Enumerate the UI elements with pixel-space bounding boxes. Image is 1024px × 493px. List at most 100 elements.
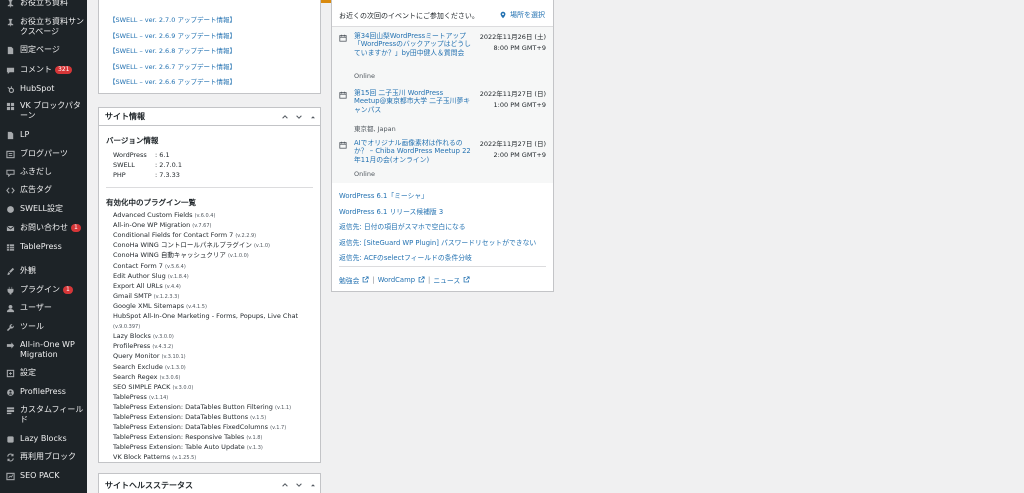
- plugin-name: Advanced Custom Fields: [113, 211, 193, 219]
- sidebar-item[interactable]: HubSpot: [0, 84, 87, 94]
- update-info-link[interactable]: 【SWELL – ver. 2.6.6 アップデート情報】: [109, 78, 236, 86]
- sidebar-item[interactable]: ツール: [0, 322, 87, 332]
- sidebar-item[interactable]: お問い合わせ 1: [0, 223, 87, 233]
- update-info-link[interactable]: 【SWELL – ver. 2.6.7 アップデート情報】: [109, 63, 236, 71]
- plugin-version: (v.3.0.0): [172, 384, 194, 391]
- plugin-name: VK Block Patterns: [113, 453, 171, 462]
- sidebar-item[interactable]: All-in-One WP Migration: [0, 340, 87, 360]
- plugin-version: (v.1.1): [275, 404, 292, 411]
- chevron-up-icon[interactable]: [278, 108, 292, 126]
- sidebar-item[interactable]: ふきだし: [0, 167, 87, 177]
- sidebar-item[interactable]: コメント 321: [0, 65, 87, 75]
- event-title-link[interactable]: 第15回 二子玉川 WordPress Meetup@東京都市大学 二子玉川夢キ…: [354, 89, 472, 114]
- plugin-version: (v.1.0.0): [227, 253, 249, 260]
- sidebar-item-text: 外観: [20, 266, 36, 275]
- news-link[interactable]: 返信先: 日付の項目がスマホで空白になる: [339, 221, 466, 231]
- news-link[interactable]: 返信先: [SiteGuard WP Plugin] パスワードリセットができな…: [339, 237, 536, 247]
- news-link[interactable]: 返信先: ACFのselectフィールドの条件分岐: [339, 252, 472, 262]
- plugin-name: Google XML Sitemaps: [113, 301, 185, 310]
- sidebar-item[interactable]: LP: [0, 130, 87, 140]
- meetups-link[interactable]: 勉強会: [339, 275, 369, 285]
- profile-icon: [5, 387, 15, 397]
- sidebar-item-label: All-in-One WP Migration: [20, 340, 87, 360]
- chevron-up-icon[interactable]: [278, 476, 292, 493]
- sidebar-item[interactable]: お役立ち資料: [0, 0, 87, 8]
- update-info-link[interactable]: 【SWELL – ver. 2.7.0 アップデート情報】: [109, 16, 236, 24]
- sidebar-item[interactable]: 広告タグ: [0, 185, 87, 195]
- sidebar-item[interactable]: SEO PACK: [0, 471, 87, 481]
- pin-icon: [5, 17, 15, 27]
- sidebar-item[interactable]: ブログパーツ: [0, 149, 87, 159]
- sidebar-item[interactable]: 固定ページ: [0, 45, 87, 55]
- event-location: Online: [354, 170, 375, 178]
- migration-icon: [5, 340, 15, 350]
- sidebar-item-label: 外観: [20, 266, 87, 276]
- lazy-icon: [5, 434, 15, 444]
- link-separator: |: [372, 276, 375, 284]
- sidebar-item[interactable]: VK ブロックパターン: [0, 101, 87, 121]
- sidebar-item-label: TablePress: [20, 242, 87, 252]
- update-info-link[interactable]: 【SWELL – ver. 2.6.8 アップデート情報】: [109, 47, 236, 55]
- sidebar-item[interactable]: ProfilePress: [0, 387, 87, 397]
- event-date: 2022年11月27日 (日) 1:00 PM GMT+9: [480, 89, 546, 111]
- sidebar-item[interactable]: プラグイン 1: [0, 285, 87, 295]
- event-date-text: 2022年11月26日 (土): [479, 33, 546, 41]
- news-link[interactable]: WordPress 6.1 リリース候補版 3: [339, 206, 443, 216]
- plugin-name: TablePress Extension: Table Auto Update: [113, 443, 245, 452]
- plugin-name: Contact Form 7: [113, 261, 163, 270]
- sidebar-item[interactable]: 再利用ブロック: [0, 452, 87, 462]
- settings-icon: [5, 368, 15, 378]
- event-title-link[interactable]: 第34回山梨WordPressミートアップ「WordPressのバックアップはど…: [354, 32, 472, 57]
- toggle-panel-icon[interactable]: [306, 476, 320, 493]
- balloon-icon: [5, 167, 15, 177]
- section-divider: [106, 187, 313, 188]
- events-footer-links: 勉強会 | WordCamp | ニュース: [339, 275, 470, 285]
- sidebar-item-label: ブログパーツ: [20, 149, 87, 159]
- events-news-panel: お近くの次回のイベントにご参加ください。 場所を選択 第34回山梨WordPre…: [331, 0, 554, 292]
- plugin-name: Search Regex: [113, 372, 158, 381]
- plugin-version: (v.1.3.0): [164, 364, 186, 371]
- section-divider: [339, 266, 546, 267]
- seo-icon: [5, 471, 15, 481]
- sidebar-item-label: SWELL設定: [20, 204, 87, 214]
- event-date: 2022年11月26日 (土) 8:00 PM GMT+9: [480, 32, 546, 54]
- sidebar-item[interactable]: TablePress: [0, 242, 87, 252]
- mail-icon: [5, 223, 15, 233]
- plugins-heading: 有効化中のプラグイン一覧: [106, 198, 196, 207]
- event-title-link[interactable]: AIでオリジナル画像素材は作れるのか？ – Chiba WordPress Me…: [354, 139, 472, 164]
- plugin-name: Gmail SMTP: [113, 291, 152, 300]
- sidebar-item[interactable]: SWELL設定: [0, 204, 87, 214]
- plugin-name: TablePress Extension: DataTables Button …: [113, 402, 273, 411]
- news-link[interactable]: WordPress 6.1「ミーシャ」: [339, 190, 428, 200]
- news-footer-link[interactable]: ニュース: [433, 275, 470, 285]
- events-intro-text: お近くの次回のイベントにご参加ください。: [339, 12, 479, 20]
- sidebar-item-text: ProfilePress: [20, 387, 66, 396]
- plugin-version: (v.5.6.4): [165, 263, 186, 270]
- sidebar-item-text: LP: [20, 130, 30, 139]
- version-row: PHP: 7.3.33: [113, 171, 180, 179]
- external-link-icon: [460, 275, 470, 285]
- plugin-version: (v.1.8.4): [167, 273, 189, 280]
- plugin-name: Export All URLs: [113, 281, 163, 290]
- sidebar-item-label: 固定ページ: [20, 45, 87, 55]
- plugin-list-item: Search Regex (v.3.0.6): [113, 373, 180, 382]
- sidebar-item[interactable]: Lazy Blocks: [0, 434, 87, 444]
- sidebar-item[interactable]: お役立ち資料サンクスページ: [0, 17, 87, 37]
- hubspot-icon: [5, 84, 15, 94]
- sidebar-item[interactable]: 外観: [0, 266, 87, 276]
- update-info-link[interactable]: 【SWELL – ver. 2.6.9 アップデート情報】: [109, 32, 236, 40]
- wordcamp-link[interactable]: WordCamp: [378, 275, 425, 285]
- toggle-panel-icon[interactable]: [306, 108, 320, 126]
- event-location: Online: [354, 72, 375, 80]
- sidebar-item[interactable]: ユーザー: [0, 303, 87, 313]
- select-location-link[interactable]: 場所を選択: [499, 10, 545, 20]
- chevron-down-icon[interactable]: [292, 108, 306, 126]
- sidebar-item[interactable]: 設定: [0, 368, 87, 378]
- sidebar-item-label: プラグイン 1: [20, 285, 87, 295]
- sidebar-item-text: ツール: [20, 322, 44, 331]
- plugin-version: (v.4.3.2): [152, 344, 174, 351]
- sidebar-item[interactable]: カスタムフィールド: [0, 405, 87, 425]
- chevron-down-icon[interactable]: [292, 476, 306, 493]
- plugin-name: Edit Author Slug: [113, 271, 166, 280]
- plugin-name: ConoHa WING コントロールパネルプラグイン: [113, 241, 252, 250]
